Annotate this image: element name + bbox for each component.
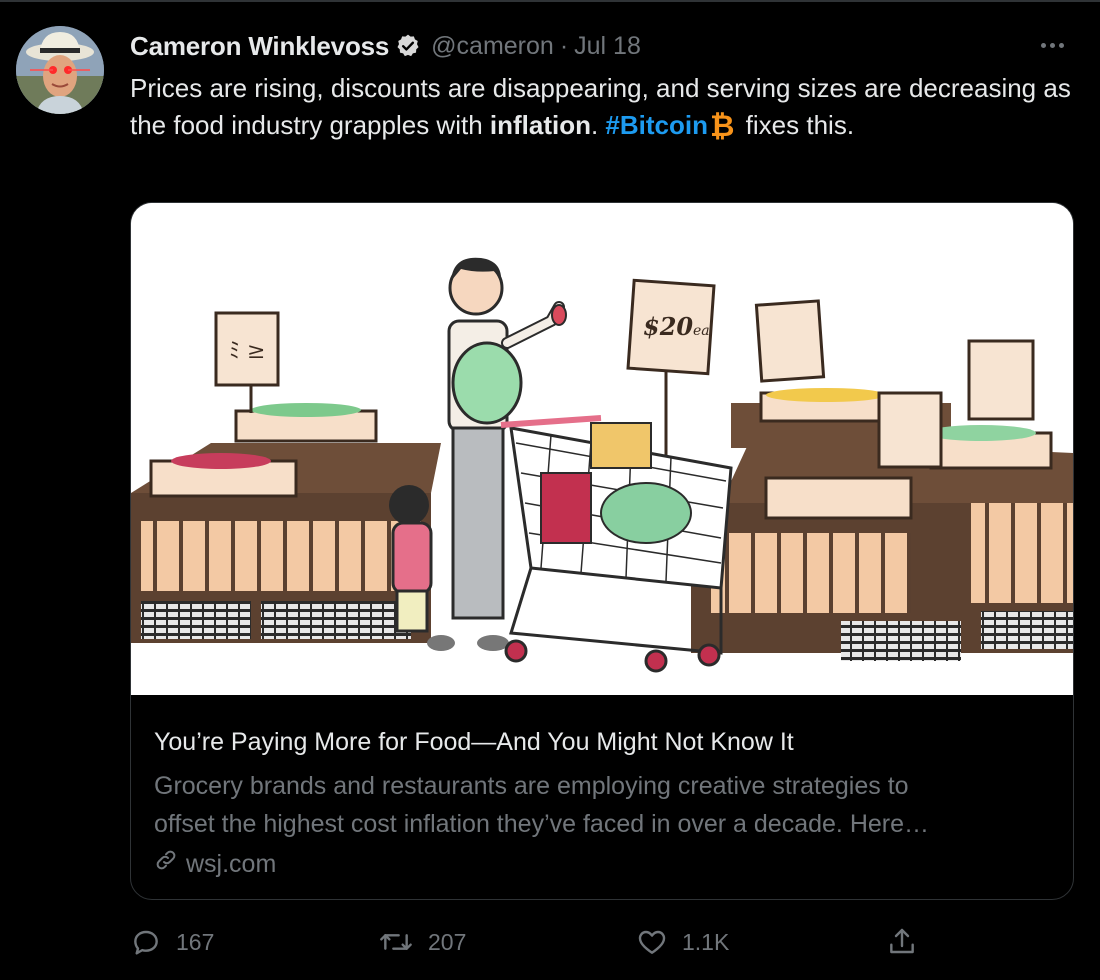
retweet-count: 207 [428, 928, 467, 955]
card-domain-text: wsj.com [186, 850, 277, 878]
like-button[interactable]: 1.1K [636, 920, 729, 964]
author-handle[interactable]: @cameron [431, 32, 554, 61]
tweet-header: Cameron Winklevoss @cameron · Jul 18 [130, 28, 641, 64]
card-domain: wsj.com [154, 845, 1054, 883]
action-bar: 167 207 1.1K [130, 920, 1060, 970]
avatar[interactable] [16, 26, 104, 114]
card-description-line: Grocery brands and restaurants are emplo… [154, 772, 909, 800]
reply-icon [130, 926, 162, 958]
tweet-date[interactable]: Jul 18 [574, 32, 641, 61]
hashtag-link[interactable]: #Bitcoin [605, 110, 708, 140]
bitcoin-emoji: ₿ [710, 110, 735, 143]
header-separator: · [559, 31, 569, 60]
verified-badge-icon [395, 33, 421, 59]
author-name[interactable]: Cameron Winklevoss [130, 31, 389, 62]
card-title[interactable]: You’re Paying More for Food—And You Migh… [154, 723, 1054, 761]
tweet-text: Prices are rising, discounts are disappe… [130, 70, 1080, 145]
tweet-text-part: fixes this. [738, 110, 855, 140]
like-count: 1.1K [682, 928, 730, 955]
card-body: You’re Paying More for Food—And You Migh… [154, 723, 1054, 883]
retweet-button[interactable]: 207 [378, 920, 466, 964]
retweet-icon [378, 926, 414, 958]
price-sign-text: $20 [643, 312, 693, 341]
card-description-line: offset the highest cost inflation they’v… [154, 810, 929, 838]
more-dot [1058, 42, 1064, 48]
tweet-text-bold: inflation [489, 110, 591, 140]
top-divider [0, 0, 1100, 2]
card-description: Grocery brands and restaurants are emplo… [154, 767, 1054, 843]
price-sign-unit: ea [693, 323, 710, 339]
tweet-text-part: . [590, 110, 606, 140]
svg-text:ﾐ ≥: ﾐ ≥ [229, 339, 265, 364]
card-image: ﾐ ≥ $20 ea [131, 203, 1073, 695]
more-options-icon[interactable] [1032, 30, 1072, 60]
more-dot [1040, 42, 1046, 48]
like-icon [636, 926, 668, 958]
link-icon [154, 845, 178, 883]
share-button[interactable] [886, 920, 918, 964]
share-icon [886, 926, 918, 958]
reply-count: 167 [176, 928, 215, 955]
link-card[interactable]: ﾐ ≥ $20 ea You’re Paying More for Food—A… [130, 202, 1074, 900]
more-dot [1049, 42, 1055, 48]
reply-button[interactable]: 167 [130, 920, 214, 964]
